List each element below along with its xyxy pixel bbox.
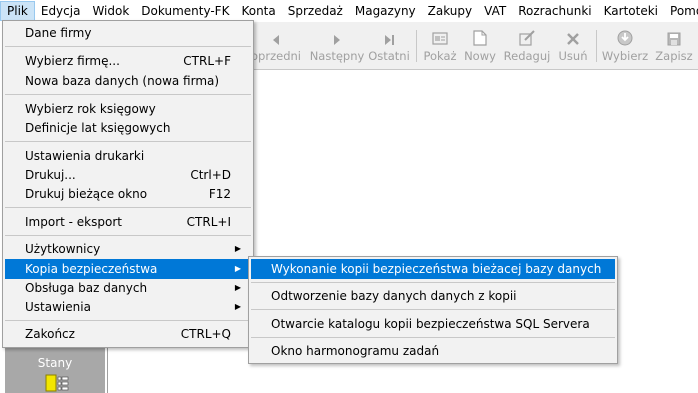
plik-menu: Dane firmy Wybierz firmę... CTRL+F Nowa … <box>2 20 254 348</box>
new-icon <box>473 30 487 46</box>
submenu-item-otwarcie-katalogu[interactable]: Otwarcie katalogu kopii bezpieczeństwa S… <box>251 314 615 334</box>
submenu-item-wykonanie-kopii[interactable]: Wykonanie kopii bezpieczeństwa bieżacej … <box>251 259 615 279</box>
menu-vat[interactable]: VAT <box>478 1 512 21</box>
delete-icon <box>567 33 579 45</box>
menu-item-import-eksport[interactable]: Import - eksport CTRL+I <box>5 212 251 232</box>
stany-tile[interactable]: Stany <box>5 344 105 393</box>
toolbar-next-button[interactable]: Następny <box>308 22 366 70</box>
toolbar-edit-button[interactable]: Redaguj <box>502 22 552 70</box>
menu-item-obsluga-baz-danych[interactable]: Obsługa baz danych ▶ <box>5 278 251 298</box>
submenu-arrow-icon: ▶ <box>234 302 241 311</box>
toolbar-previous-button[interactable]: oprzedni <box>246 22 306 70</box>
menu-rozrachunki[interactable]: Rozrachunki <box>512 1 597 21</box>
menu-separator <box>5 320 251 321</box>
stock-icon <box>45 374 69 392</box>
toolbar-last-button[interactable]: Ostatni <box>366 22 412 70</box>
menu-separator <box>5 46 251 47</box>
menu-item-wybierz-rok[interactable]: Wybierz rok księgowy <box>5 99 251 119</box>
menu-widok[interactable]: Widok <box>86 1 135 21</box>
menu-item-zakoncz[interactable]: Zakończ CTRL+Q <box>5 324 251 344</box>
toolbar-separator <box>416 30 417 62</box>
backup-submenu: Wykonanie kopii bezpieczeństwa bieżacej … <box>248 256 618 364</box>
select-icon <box>617 30 633 46</box>
submenu-arrow-icon: ▶ <box>234 283 241 292</box>
menu-sprzedaz[interactable]: Sprzedaż <box>282 1 349 21</box>
menu-item-drukuj[interactable]: Drukuj... Ctrl+D <box>5 165 251 185</box>
arrow-right-icon <box>334 35 340 45</box>
menu-zakupy[interactable]: Zakupy <box>422 1 478 21</box>
shortcut-label: F12 <box>208 187 231 201</box>
menu-separator <box>5 141 251 142</box>
last-icon <box>385 35 394 45</box>
edit-icon <box>519 30 535 46</box>
shortcut-label: Ctrl+D <box>190 168 231 182</box>
menu-edycja[interactable]: Edycja <box>35 1 87 21</box>
menu-item-definicje-lat[interactable]: Definicje lat księgowych <box>5 118 251 138</box>
submenu-item-okno-harmonogramu[interactable]: Okno harmonogramu zadań <box>251 341 615 361</box>
toolbar-select-button[interactable]: Wybierz <box>600 22 650 70</box>
menu-dokumenty-fk[interactable]: Dokumenty-FK <box>135 1 235 21</box>
menu-item-kopia-bezpieczenstwa[interactable]: Kopia bezpieczeństwa ▶ <box>5 259 251 279</box>
toolbar-separator <box>596 30 597 62</box>
toolbar-save-button[interactable]: Zapisz <box>652 22 696 70</box>
menu-separator <box>5 235 251 236</box>
menu-separator <box>251 309 615 310</box>
shortcut-label: CTRL+Q <box>180 327 231 341</box>
menu-bar: Plik Edycja Widok Dokumenty-FK Konta Spr… <box>0 0 698 22</box>
submenu-arrow-icon: ▶ <box>234 264 241 273</box>
menu-separator <box>251 282 615 283</box>
menu-magazyny[interactable]: Magazyny <box>349 1 422 21</box>
menu-item-uzytkownicy[interactable]: Użytkownicy ▶ <box>5 239 251 259</box>
submenu-item-odtworzenie-bazy[interactable]: Odtworzenie bazy danych danych z kopii <box>251 286 615 306</box>
toolbar-delete-button[interactable]: Usuń <box>556 22 590 70</box>
menu-item-nowa-baza-danych[interactable]: Nowa baza danych (nowa firma) <box>5 71 251 91</box>
menu-separator <box>251 337 615 338</box>
stany-label: Stany <box>37 356 73 370</box>
show-icon <box>432 32 448 45</box>
shortcut-label: CTRL+F <box>183 54 231 68</box>
menu-item-dane-firmy[interactable]: Dane firmy <box>5 23 251 43</box>
menu-item-wybierz-firme[interactable]: Wybierz firmę... CTRL+F <box>5 51 251 71</box>
shortcut-label: CTRL+I <box>186 215 231 229</box>
submenu-arrow-icon: ▶ <box>234 244 241 253</box>
arrow-left-icon <box>273 35 279 45</box>
menu-separator <box>5 207 251 208</box>
menu-separator <box>5 94 251 95</box>
menu-item-ustawienia[interactable]: Ustawienia ▶ <box>5 297 251 317</box>
menu-item-ustawienia-drukarki[interactable]: Ustawienia drukarki <box>5 146 251 166</box>
menu-kartoteki[interactable]: Kartoteki <box>598 1 664 21</box>
menu-pomoc[interactable]: Pomoc <box>664 1 698 21</box>
toolbar-new-button[interactable]: Nowy <box>462 22 498 70</box>
toolbar-show-button[interactable]: Pokaż <box>420 22 460 70</box>
save-icon <box>667 32 681 46</box>
menu-item-drukuj-biezace-okno[interactable]: Drukuj bieżące okno F12 <box>5 184 251 204</box>
menu-plik[interactable]: Plik <box>0 1 35 21</box>
menu-konta[interactable]: Konta <box>235 1 281 21</box>
